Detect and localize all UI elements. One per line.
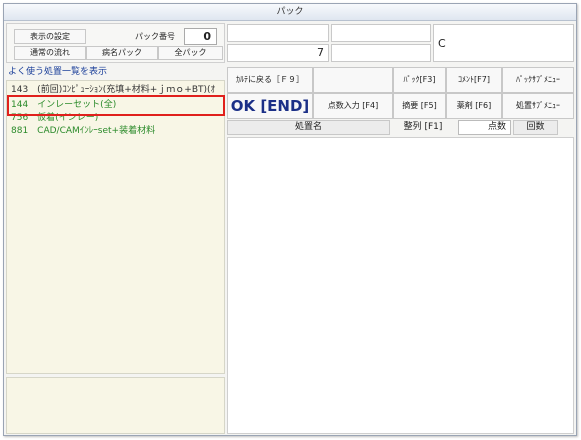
points-column-header[interactable]: 点数 [458, 120, 511, 135]
list-item[interactable]: 881 CAD/CAMｲﾝﾚｰset+装着材料 [6, 125, 220, 137]
code-field[interactable]: C [433, 24, 574, 62]
top-field-1[interactable] [227, 24, 329, 42]
top-field-3[interactable] [331, 44, 431, 62]
pack-number-label: パック番号 [135, 32, 175, 41]
sort-f1-label[interactable]: 整列 [F1] [390, 120, 456, 135]
drug-f6-button[interactable]: 薬剤 [F6] [446, 93, 502, 119]
pack-window: パック 表示の設定 パック番号 0 通常の流れ 病名パック 全パック よく使う処… [3, 3, 577, 436]
blank-action-button[interactable] [313, 67, 393, 93]
ok-end-button[interactable]: OK [END] [227, 93, 313, 119]
treatment-table[interactable] [227, 137, 574, 434]
window-title: パック [4, 4, 576, 21]
pack-number-field[interactable]: 0 [184, 28, 217, 45]
treatment-name-column-header[interactable]: 処置名 [227, 120, 390, 135]
disease-pack-button[interactable]: 病名パック [86, 46, 158, 60]
selected-item-highlight [7, 95, 225, 116]
frequent-list-header[interactable]: よく使う処置一覧を表示 [8, 66, 223, 79]
top-field-2[interactable] [331, 24, 431, 42]
score-input-button[interactable]: 点数入力 [F4] [313, 93, 393, 119]
times-column-header[interactable]: 回数 [513, 120, 558, 135]
back-to-chart-button[interactable]: ｶﾙﾃに戻る［Ｆ９］ [227, 67, 313, 93]
comment-f7-button[interactable]: ｺﾒﾝﾄ[F7] [446, 67, 502, 93]
treatment-submenu-button[interactable]: 処置ｻﾌﾞﾒﾆｭｰ [502, 93, 574, 119]
count-field[interactable]: 7 [227, 44, 329, 62]
display-settings-button[interactable]: 表示の設定 [14, 29, 86, 44]
pack-f3-button[interactable]: ﾊﾟｯｸ[F3] [393, 67, 446, 93]
all-pack-button[interactable]: 全パック [158, 46, 223, 60]
normal-flow-button[interactable]: 通常の流れ [14, 46, 86, 60]
left-bottom-panel [6, 377, 225, 434]
summary-f5-button[interactable]: 摘要 [F5] [393, 93, 446, 119]
pack-submenu-button[interactable]: ﾊﾟｯｸｻﾌﾞﾒﾆｭｰ [502, 67, 574, 93]
